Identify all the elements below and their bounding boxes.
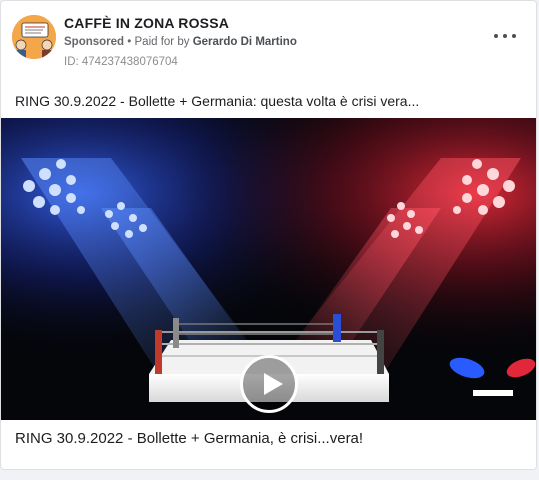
ad-id: ID: 474237438076704 [64, 56, 178, 68]
post-header: CAFFÈ IN ZONA ROSSA Sponsored • Paid for… [1, 1, 536, 77]
paid-for-prefix: Paid for by [134, 36, 190, 48]
page-name-link[interactable]: CAFFÈ IN ZONA ROSSA [64, 15, 229, 31]
play-icon[interactable] [240, 355, 298, 413]
post-text: RING 30.9.2022 - Bollette + Germania: qu… [15, 93, 420, 109]
video-caption: RING 30.9.2022 - Bollette + Germania, è … [15, 430, 364, 447]
ellipsis-dot [494, 34, 498, 38]
video-player[interactable] [1, 118, 536, 420]
payer-name[interactable]: Gerardo Di Martino [193, 36, 297, 48]
meta-separator: • [127, 36, 132, 48]
ellipsis-dot [503, 34, 507, 38]
page-avatar[interactable] [12, 15, 56, 59]
sponsored-meta: Sponsored • Paid for by Gerardo Di Marti… [64, 36, 297, 48]
more-options-button[interactable] [494, 29, 516, 43]
ad-post-card: CAFFÈ IN ZONA ROSSA Sponsored • Paid for… [0, 0, 537, 470]
sponsored-label: Sponsored [64, 36, 125, 48]
ellipsis-dot [512, 34, 516, 38]
avatar-cartoon-icon [12, 15, 56, 59]
